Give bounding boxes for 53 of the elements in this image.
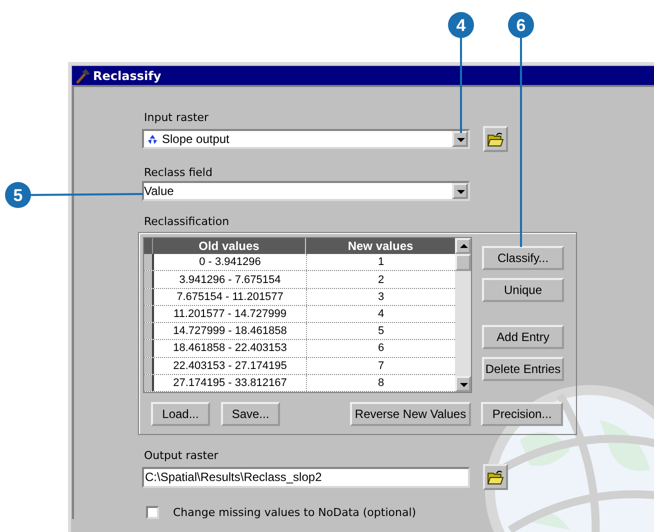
hammer-icon <box>75 68 91 84</box>
field-label: Reclass field <box>144 166 212 179</box>
dialog-button[interactable]: Save... <box>221 402 280 426</box>
scroll-down-button[interactable] <box>455 376 471 392</box>
column-header: New values <box>346 238 414 254</box>
checkbox[interactable] <box>146 506 159 519</box>
input-raster-dropdown[interactable]: Slope output <box>142 129 470 149</box>
table-cell: 7.675154 - 11.201577 <box>154 288 307 305</box>
table-cell-text: 3 <box>376 290 386 305</box>
dialog-button[interactable]: Load... <box>151 402 210 426</box>
dialog-button[interactable]: Add Entry <box>482 325 564 349</box>
row-header[interactable] <box>144 374 154 391</box>
table-cell: 27.174195 - 33.812167 <box>154 374 307 391</box>
output-raster-field[interactable]: C:\Spatial\Results\Reclass_slop2 <box>142 466 470 488</box>
dialog-button[interactable]: Classify... <box>482 246 564 270</box>
table-cell-text: 7 <box>376 358 386 374</box>
checkbox-label: Change missing values to NoData (optional) <box>173 506 416 519</box>
table-cell-text: 8 <box>376 376 386 391</box>
field-label: Output raster <box>144 449 218 462</box>
folder-icon <box>487 132 504 146</box>
row-header[interactable] <box>144 323 154 340</box>
table-cell: 22.403153 - 27.174195 <box>154 358 307 374</box>
field-label: Reclassification <box>144 215 230 228</box>
dialog-button[interactable]: Precision... <box>481 402 563 426</box>
window-title: Reclassify <box>93 68 162 82</box>
table-cell-text: 5 <box>376 324 386 340</box>
table-cell-text: 2 <box>376 272 386 288</box>
dialog-button[interactable]: Delete Entries <box>482 357 564 381</box>
row-header[interactable] <box>144 288 154 305</box>
raster-layer-icon <box>147 134 158 144</box>
dialog-button[interactable]: Unique <box>482 278 564 302</box>
reclass-field-dropdown[interactable]: Value <box>142 181 470 201</box>
dialog-button[interactable]: Reverse New Values <box>350 402 471 426</box>
table-cell-text: 6 <box>376 341 386 356</box>
row-header[interactable] <box>144 358 154 374</box>
open-folder-button[interactable] <box>483 126 508 152</box>
table-cell: 14.727999 - 18.461858 <box>154 323 307 340</box>
table-cell: 11.201577 - 14.727999 <box>154 306 307 322</box>
row-header[interactable] <box>144 271 154 288</box>
table-cell-text: 4 <box>376 306 386 322</box>
row-header[interactable] <box>144 340 154 357</box>
open-folder-button[interactable] <box>483 464 508 490</box>
table-cell: 18.461858 - 22.403153 <box>154 340 307 357</box>
row-header[interactable] <box>144 306 154 322</box>
scrollbar[interactable] <box>455 238 471 392</box>
row-header[interactable] <box>144 254 154 270</box>
folder-icon <box>487 470 504 484</box>
field-label: Input raster <box>144 111 209 124</box>
scroll-up-button[interactable] <box>455 238 471 254</box>
table-cell: 0 - 3.941296 <box>154 254 307 270</box>
scroll-thumb[interactable] <box>455 254 471 271</box>
table-cell: 3.941296 - 7.675154 <box>154 271 307 288</box>
table-cell-text: 1 <box>376 255 386 270</box>
